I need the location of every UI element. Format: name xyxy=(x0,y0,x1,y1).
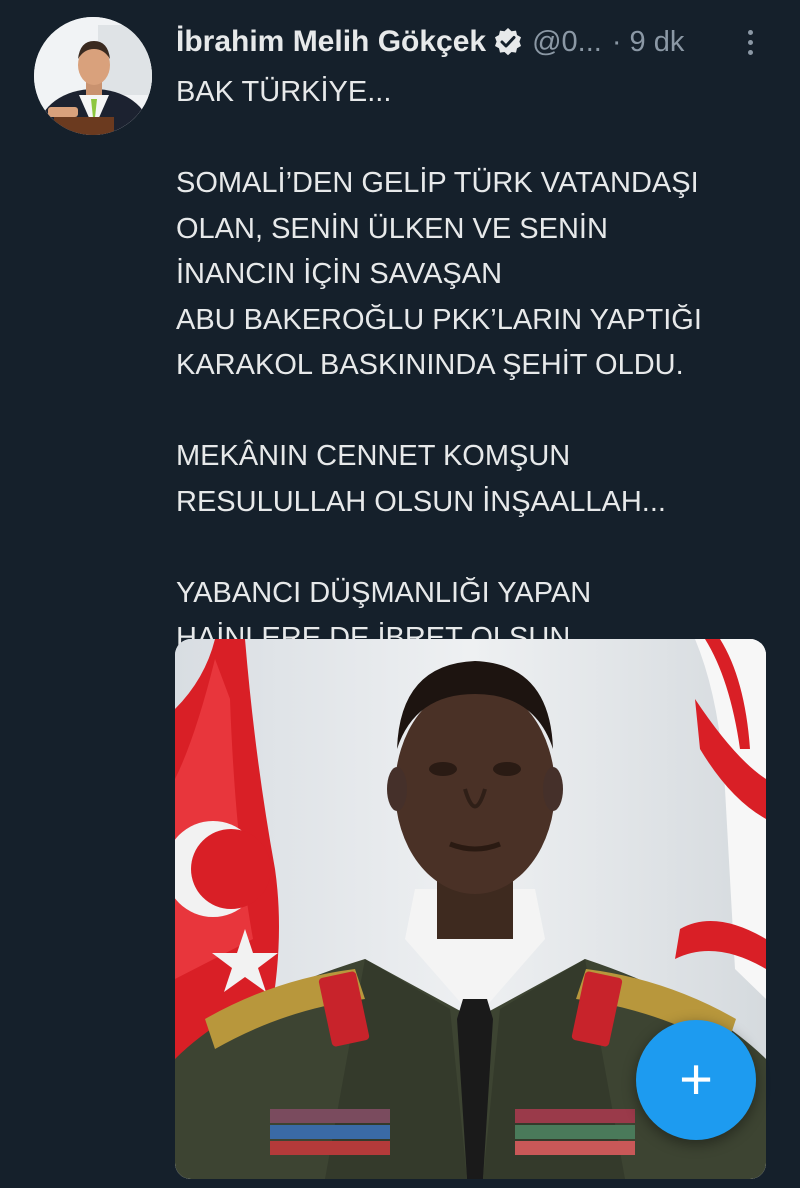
tweet-line: SOMALİ’DEN GELİP TÜRK VATANDAŞI xyxy=(176,167,699,199)
tweet-line: YABANCI DÜŞMANLIĞI YAPAN xyxy=(176,576,592,609)
compose-button[interactable]: + xyxy=(636,1020,756,1140)
separator-dot: · xyxy=(611,25,622,58)
tweet-line: MEKÂNIN CENNET KOMŞUN xyxy=(176,440,571,472)
tweet-line: KARAKOL BASKININDA ŞEHİT OLDU. xyxy=(176,349,684,381)
tweet-line: ABU BAKEROĞLU PKK’LARIN YAPTIĞI xyxy=(176,303,702,336)
user-handle[interactable]: @0... xyxy=(532,26,602,59)
tweet-text: BAK TÜRKİYE... SOMALİ’DEN GELİP TÜRK VAT… xyxy=(176,70,776,662)
plus-icon: + xyxy=(679,1047,713,1112)
tweet-line: BAK TÜRKİYE... xyxy=(176,76,392,108)
tweet-line: İNANCIN İÇİN SAVAŞAN xyxy=(176,258,503,290)
display-name[interactable]: İbrahim Melih Gökçek xyxy=(176,25,486,59)
tweet-line: RESULULLAH OLSUN İNŞAALLAH... xyxy=(176,485,666,518)
timestamp[interactable]: 9 dk xyxy=(630,26,685,59)
tweet: İbrahim Melih Gökçek @0... · 9 dk BAK TÜ… xyxy=(0,0,800,1188)
tweet-line: OLAN, SENİN ÜLKEN VE SENİN xyxy=(176,212,608,245)
avatar[interactable] xyxy=(34,17,152,135)
tweet-header: İbrahim Melih Gökçek @0... · 9 dk xyxy=(176,22,776,62)
verified-badge-icon xyxy=(492,26,524,58)
more-vertical-icon[interactable] xyxy=(740,24,760,60)
